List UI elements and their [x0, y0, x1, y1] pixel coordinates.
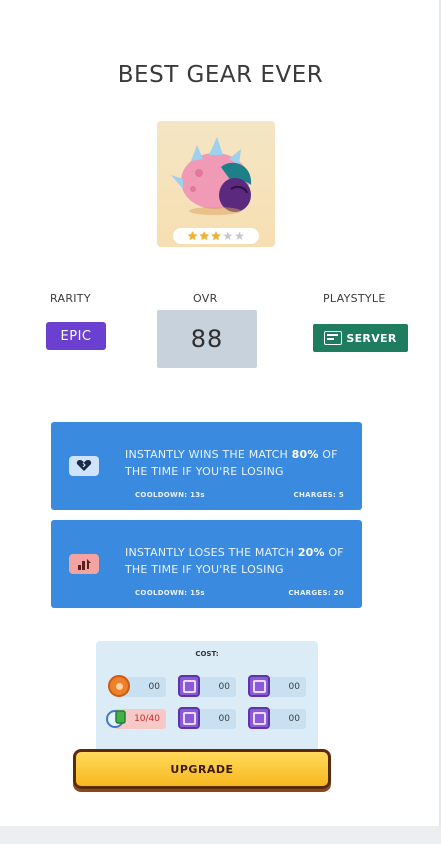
playstyle-badge: SERVER	[313, 324, 408, 352]
cost-title: COST:	[195, 650, 219, 658]
star-empty-icon: ★	[234, 229, 245, 243]
cost-item-crate: 00	[248, 707, 306, 729]
gear-art-icon	[171, 137, 252, 215]
cost-panel: COST: 00 00 00 10/40 00 00	[96, 641, 318, 753]
cost-item-crate: 00	[178, 707, 236, 729]
gear-card[interactable]: ★ ★ ★ ★ ★	[157, 121, 275, 247]
crate-icon	[178, 675, 200, 697]
playstyle-server-icon	[324, 331, 343, 345]
cost-item-crate: 00	[248, 675, 306, 697]
crate-icon	[248, 707, 270, 729]
crate-icon	[248, 675, 270, 697]
rarity-badge: EPIC	[46, 322, 106, 350]
rarity-label: RARITY	[50, 292, 91, 305]
ability-card[interactable]: INSTANTLY WINS THE MATCH 80% OF THE TIME…	[51, 422, 362, 510]
cost-item-coins: 00	[108, 675, 166, 697]
star-icon: ★	[210, 229, 222, 243]
ovr-value: 88	[157, 310, 257, 368]
ability-description: INSTANTLY LOSES THE MATCH 20% OF THE TIM…	[125, 546, 344, 576]
star-icon: ★	[187, 229, 198, 243]
cost-item-crate: 00	[178, 675, 236, 697]
footer-strip	[0, 826, 441, 844]
shard-icon	[106, 707, 128, 729]
star-icon: ★	[198, 229, 210, 243]
ability-cooldown: COOLDOWN: 15s	[135, 589, 205, 597]
ovr-label: OVR	[193, 292, 218, 305]
ability-charges: CHARGES: 5	[293, 491, 344, 499]
star-empty-icon: ★	[222, 229, 234, 243]
crate-icon	[178, 707, 200, 729]
ability-cooldown: COOLDOWN: 13s	[135, 491, 205, 499]
ability-description: INSTANTLY WINS THE MATCH 80% OF THE TIME…	[125, 448, 338, 478]
ability-card[interactable]: INSTANTLY LOSES THE MATCH 20% OF THE TIM…	[51, 520, 362, 608]
ability-charges: CHARGES: 20	[288, 589, 344, 597]
page-title: BEST GEAR EVER	[117, 62, 324, 88]
playstyle-label: PLAYSTYLE	[323, 292, 386, 305]
star-rating: ★ ★ ★ ★ ★	[173, 228, 259, 244]
heart-icon	[69, 456, 99, 476]
upgrade-button[interactable]: UPGRADE	[73, 749, 331, 789]
trophy-down-icon	[69, 554, 99, 574]
playstyle-value: SERVER	[346, 331, 397, 345]
coin-icon	[108, 675, 130, 697]
gear-detail-panel: BEST GEAR EVER ★ ★ ★ ★ ★ RARITY OVR PLAY…	[0, 0, 441, 826]
cost-item-shards: 10/40	[106, 709, 166, 729]
